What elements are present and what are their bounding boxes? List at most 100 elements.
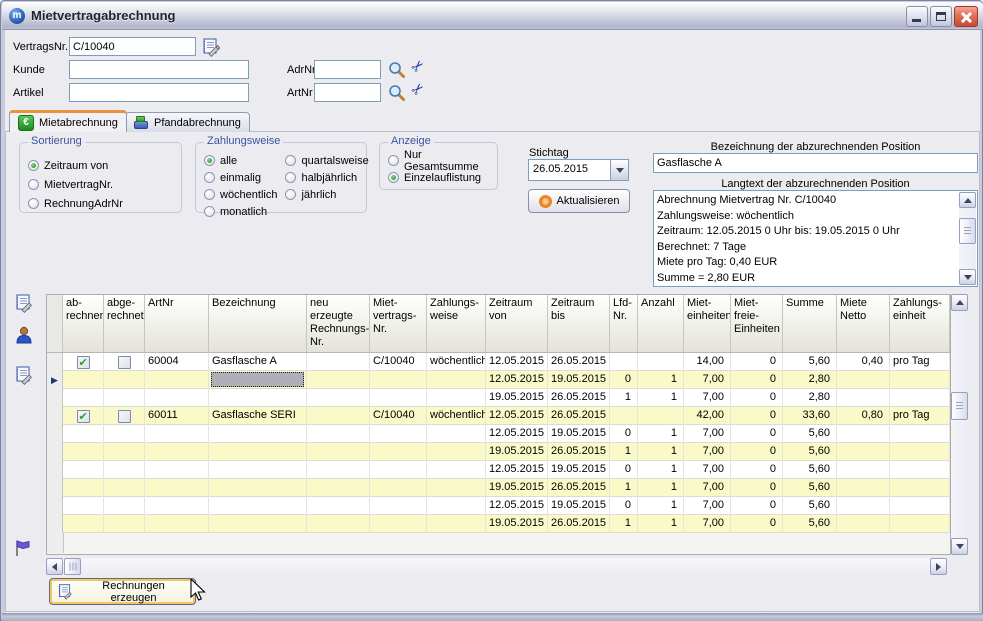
radio-selected-icon[interactable]: [204, 155, 215, 166]
grid-hscrollbar[interactable]: [46, 558, 947, 575]
row-gutter[interactable]: [47, 407, 63, 425]
checkbox-checked[interactable]: [77, 356, 90, 369]
row-gutter[interactable]: ▶: [47, 371, 63, 389]
data-grid[interactable]: ab- rechnenabge- rechnetArtNrBezeichnung…: [46, 294, 951, 555]
scroll-thumb[interactable]: [959, 218, 976, 244]
radio-option-w-chentlich[interactable]: wöchentlich: [196, 186, 277, 203]
radio-option-halbj-hrlich[interactable]: halbjährlich: [277, 169, 368, 186]
titlebar[interactable]: m Mietvertragabrechnung: [2, 2, 983, 30]
radio-icon[interactable]: [285, 189, 296, 200]
bezeichnung-position-input[interactable]: [653, 153, 978, 173]
checkbox-checked[interactable]: [77, 410, 90, 423]
radio-icon[interactable]: [204, 206, 215, 217]
radio-icon[interactable]: [204, 189, 215, 200]
radio-option-monatlich[interactable]: monatlich: [196, 203, 277, 220]
langtext-scrollbar[interactable]: [959, 192, 976, 285]
column-header-bis[interactable]: Zeitraum bis: [548, 295, 610, 352]
row-gutter[interactable]: [47, 389, 63, 407]
scroll-up-button[interactable]: [951, 294, 968, 311]
column-header-mietfreie[interactable]: Miet- freie- Einheiten: [731, 295, 783, 352]
person-icon[interactable]: [14, 325, 34, 345]
column-header-mieteinheiten[interactable]: Miet- einheiten: [684, 295, 731, 352]
edit-list-icon[interactable]: [13, 293, 33, 313]
row-gutter[interactable]: [47, 425, 63, 443]
column-header-summe[interactable]: Summe: [783, 295, 837, 352]
scroll-down-button[interactable]: [959, 269, 976, 285]
table-row[interactable]: 60011Gasflasche SERIC/10040wöchentlich12…: [47, 407, 950, 425]
edit-row-icon[interactable]: [13, 365, 33, 385]
tab-mietabrechnung[interactable]: € Mietabrechnung: [9, 110, 127, 132]
column-header-mietenetto[interactable]: Miete Netto: [837, 295, 890, 352]
radio-option-nur-gesamtsumme[interactable]: Nur Gesamtsumme: [380, 152, 497, 169]
aktualisieren-button[interactable]: Aktualisieren: [528, 189, 630, 213]
column-header-abgerechnet[interactable]: abge- rechnet: [104, 295, 145, 352]
radio-option-rechnungadrnr[interactable]: RechnungAdrNr: [20, 194, 181, 213]
table-row[interactable]: 12.05.201519.05.2015017,0005,60: [47, 497, 950, 515]
search-address-icon[interactable]: [388, 61, 406, 79]
column-header-lfd[interactable]: Lfd- Nr.: [610, 295, 638, 352]
radio-icon[interactable]: [28, 179, 39, 190]
close-button[interactable]: [954, 6, 978, 27]
radio-option-einmalig[interactable]: einmalig: [196, 169, 277, 186]
edit-contract-icon[interactable]: [200, 37, 218, 55]
cell-abgerechnet[interactable]: [104, 407, 145, 425]
column-header-bezeichnung[interactable]: Bezeichnung: [209, 295, 307, 352]
table-row[interactable]: ▶12.05.201519.05.2015017,0002,80: [47, 371, 950, 389]
tab-pfandabrechnung[interactable]: Pfandabrechnung: [125, 112, 250, 132]
row-gutter[interactable]: [47, 515, 63, 533]
artikel-input[interactable]: [69, 83, 249, 102]
combo-dropdown-button[interactable]: [610, 160, 628, 180]
minimize-button[interactable]: [906, 6, 928, 27]
column-header-artnr[interactable]: ArtNr: [145, 295, 209, 352]
adrnr-input[interactable]: [314, 60, 381, 79]
scroll-left-button[interactable]: [46, 558, 63, 575]
checkbox-unchecked[interactable]: [118, 356, 131, 369]
scroll-up-button[interactable]: [959, 192, 976, 208]
radio-selected-icon[interactable]: [28, 160, 39, 171]
column-header-zahlungseinheit[interactable]: Zahlungs- einheit: [890, 295, 950, 352]
scroll-thumb[interactable]: [64, 558, 81, 575]
checkbox-unchecked[interactable]: [118, 410, 131, 423]
column-header-von[interactable]: Zeitraum von: [486, 295, 548, 352]
focused-cell-editor[interactable]: [211, 372, 304, 387]
search-article-icon[interactable]: [388, 84, 406, 102]
column-header-abrechnen[interactable]: ab- rechnen: [63, 295, 104, 352]
radio-icon[interactable]: [204, 172, 215, 183]
artnr-input[interactable]: [314, 83, 381, 102]
table-row[interactable]: 19.05.201526.05.2015117,0005,60: [47, 515, 950, 533]
radio-selected-icon[interactable]: [388, 172, 399, 183]
flag-icon[interactable]: [13, 538, 33, 558]
table-row[interactable]: 19.05.201526.05.2015117,0005,60: [47, 479, 950, 497]
radio-icon[interactable]: [285, 155, 296, 166]
radio-option-alle[interactable]: alle: [196, 152, 277, 169]
table-row[interactable]: 19.05.201526.05.2015117,0005,60: [47, 443, 950, 461]
cell-abrechnen[interactable]: [63, 353, 104, 371]
stichtag-combobox[interactable]: 26.05.2015: [528, 159, 629, 181]
radio-icon[interactable]: [388, 155, 399, 166]
radio-option-einzelauflistung[interactable]: Einzelauflistung: [380, 169, 497, 186]
langtext-textarea[interactable]: Abrechnung Mietvertrag Nr. C/10040 Zahlu…: [653, 190, 978, 287]
radio-icon[interactable]: [285, 172, 296, 183]
radio-icon[interactable]: [28, 198, 39, 209]
table-row[interactable]: 12.05.201519.05.2015017,0005,60: [47, 461, 950, 479]
vertragsnr-input[interactable]: [69, 37, 196, 56]
radio-option-mietvertragnr-[interactable]: MietvertragNr.: [20, 175, 181, 194]
cell-abgerechnet[interactable]: [104, 353, 145, 371]
row-gutter[interactable]: [47, 443, 63, 461]
scroll-down-button[interactable]: [951, 538, 968, 555]
rechnungen-erzeugen-button[interactable]: Rechnungen erzeugen: [49, 578, 196, 605]
kunde-input[interactable]: [69, 60, 249, 79]
column-header-zahlungsweise[interactable]: Zahlungs- weise: [427, 295, 486, 352]
grid-vscrollbar[interactable]: [951, 294, 968, 555]
row-gutter[interactable]: [47, 353, 63, 371]
maximize-button[interactable]: [930, 6, 952, 27]
table-row[interactable]: 60004Gasflasche AC/10040wöchentlich12.05…: [47, 353, 950, 371]
scroll-right-button[interactable]: [930, 558, 947, 575]
row-gutter[interactable]: [47, 479, 63, 497]
scroll-thumb[interactable]: [951, 392, 968, 420]
column-header-vertragsnr[interactable]: Miet- vertrags- Nr.: [370, 295, 427, 352]
radio-option-j-hrlich[interactable]: jährlich: [277, 186, 368, 203]
table-row[interactable]: 12.05.201519.05.2015017,0005,60: [47, 425, 950, 443]
cell-abrechnen[interactable]: [63, 407, 104, 425]
row-gutter[interactable]: [47, 461, 63, 479]
